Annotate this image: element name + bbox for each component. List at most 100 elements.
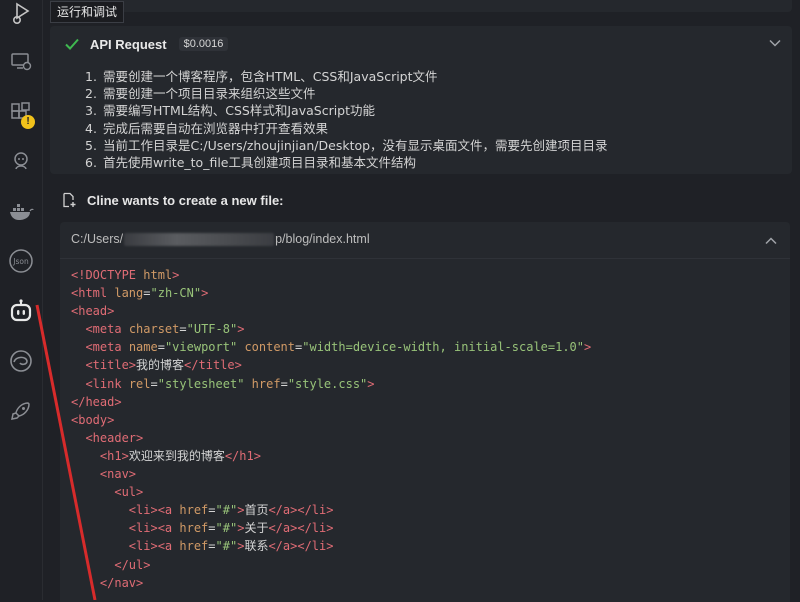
code-token: <li><a bbox=[128, 503, 180, 518]
code-token: name bbox=[128, 340, 158, 355]
code-line: </head> bbox=[71, 393, 591, 411]
file-preview-card: C:/Users/p/blog/index.html <!DOCTYPE htm… bbox=[60, 222, 790, 602]
code-token: href bbox=[251, 376, 281, 391]
docker-icon[interactable] bbox=[4, 194, 38, 228]
code-token: </a></li> bbox=[268, 521, 334, 536]
api-request-item: 4. 完成后需要自动在浏览器中打开查看效果 bbox=[85, 120, 608, 137]
run-debug-tooltip: 运行和调试 bbox=[50, 1, 125, 23]
code-line: <html lang="zh-CN"> bbox=[71, 284, 591, 302]
file-notice-text: Cline wants to create a new file: bbox=[87, 192, 284, 208]
code-token: "UTF-8" bbox=[186, 322, 238, 337]
code-token: 欢迎来到我的博客 bbox=[128, 448, 225, 463]
code-token: lang bbox=[114, 286, 144, 301]
chevron-down-icon[interactable] bbox=[768, 36, 782, 50]
code-token: </head> bbox=[71, 394, 122, 409]
code-token: <header> bbox=[85, 430, 144, 445]
api-request-item: 3. 需要编写HTML结构、CSS样式和JavaScript功能 bbox=[85, 102, 608, 119]
code-token: > bbox=[584, 340, 592, 355]
edge-icon[interactable] bbox=[4, 344, 38, 378]
code-line: <header> bbox=[71, 429, 591, 447]
code-token: <meta bbox=[85, 322, 129, 337]
code-token: = bbox=[280, 376, 288, 391]
code-token: > bbox=[201, 286, 209, 301]
code-line: <ul> bbox=[71, 483, 591, 501]
code-token: <title> bbox=[85, 358, 137, 373]
code-token: <nav> bbox=[99, 467, 137, 482]
code-token: content bbox=[244, 340, 296, 355]
api-request-header[interactable]: API Request $0.0016 bbox=[64, 34, 229, 54]
code-token: <meta bbox=[85, 340, 129, 355]
code-token: <!DOCTYPE bbox=[71, 268, 144, 282]
code-token: 联系 bbox=[244, 539, 269, 554]
code-line: <head> bbox=[71, 302, 591, 320]
code-token: rel bbox=[128, 376, 151, 391]
code-token: "viewport" bbox=[164, 340, 238, 355]
code-token: = bbox=[208, 521, 216, 536]
api-request-item: 6. 首先使用write_to_file工具创建项目目录和基本文件结构 bbox=[85, 154, 608, 171]
item-text: 当前工作目录是C:/Users/zhoujinjian/Desktop，没有显示… bbox=[99, 137, 608, 153]
code-line: <li><a href="#">联系</a></li> bbox=[71, 537, 591, 555]
code-token: "width=device-width, initial-scale=1.0" bbox=[302, 340, 585, 355]
code-token: > bbox=[367, 376, 375, 391]
chevron-up-icon[interactable] bbox=[764, 234, 778, 248]
warning-badge: ! bbox=[21, 115, 35, 129]
code-line: <meta charset="UTF-8"> bbox=[71, 320, 591, 338]
github-icon[interactable] bbox=[4, 144, 38, 178]
item-number: 5. bbox=[85, 137, 97, 153]
cline-icon[interactable] bbox=[4, 294, 38, 328]
code-token: > bbox=[237, 322, 245, 337]
code-token: = bbox=[208, 503, 216, 518]
code-token: href bbox=[179, 539, 209, 554]
code-token: 我的博客 bbox=[136, 358, 185, 373]
code-token: </title> bbox=[184, 358, 242, 373]
item-number: 3. bbox=[85, 103, 97, 119]
item-text: 需要创建一个项目目录来组织这些文件 bbox=[99, 86, 316, 102]
svg-text:Json: Json bbox=[12, 257, 29, 266]
code-token: = bbox=[179, 322, 187, 337]
extensions-icon[interactable]: ! bbox=[4, 96, 38, 130]
item-number: 2. bbox=[85, 86, 97, 102]
api-request-list: 1. 需要创建一个博客程序，包含HTML、CSS和JavaScript文件 2. … bbox=[85, 68, 608, 171]
activity-bar: ! Json bbox=[0, 0, 43, 600]
rocket-icon[interactable] bbox=[4, 394, 38, 428]
code-token: "#" bbox=[215, 521, 238, 536]
code-token: <head> bbox=[71, 304, 115, 319]
code-token: html bbox=[143, 268, 173, 282]
code-token: <li><a bbox=[128, 539, 180, 554]
json-icon[interactable]: Json bbox=[4, 244, 38, 278]
api-request-title: API Request bbox=[90, 36, 167, 52]
code-token: <ul> bbox=[114, 485, 144, 500]
file-path: C:/Users/p/blog/index.html bbox=[71, 232, 370, 247]
code-token: <li><a bbox=[128, 521, 180, 536]
file-path-bar[interactable]: C:/Users/p/blog/index.html bbox=[60, 222, 790, 259]
previous-message-edge bbox=[50, 0, 792, 12]
remote-explorer-icon[interactable] bbox=[4, 44, 38, 78]
code-token: </nav> bbox=[99, 575, 144, 590]
file-path-suffix: p/blog/index.html bbox=[275, 232, 370, 246]
code-line: <link rel="stylesheet" href="style.css"> bbox=[71, 375, 591, 393]
code-line: <h1>欢迎来到我的博客</h1> bbox=[71, 447, 591, 465]
code-token: = bbox=[143, 286, 151, 301]
code-token: </h1> bbox=[224, 448, 261, 463]
code-line: <nav> bbox=[71, 465, 591, 483]
item-text: 完成后需要自动在浏览器中打开查看效果 bbox=[99, 120, 328, 136]
code-token: "#" bbox=[215, 503, 238, 518]
item-number: 1. bbox=[85, 69, 97, 84]
code-line: <li><a href="#">首页</a></li> bbox=[71, 501, 591, 519]
code-line: <title>我的博客</title> bbox=[71, 356, 591, 374]
code-token: </a></li> bbox=[268, 539, 334, 554]
code-token: "style.css" bbox=[287, 376, 368, 391]
code-token: </a></li> bbox=[268, 503, 334, 518]
code-line: <meta name="viewport" content="width=dev… bbox=[71, 338, 591, 356]
api-request-item: 5. 当前工作目录是C:/Users/zhoujinjian/Desktop，没… bbox=[85, 137, 608, 154]
item-text: 需要创建一个博客程序，包含HTML、CSS和JavaScript文件 bbox=[99, 69, 438, 84]
run-debug-icon[interactable] bbox=[4, 0, 38, 30]
new-file-icon bbox=[63, 192, 76, 208]
